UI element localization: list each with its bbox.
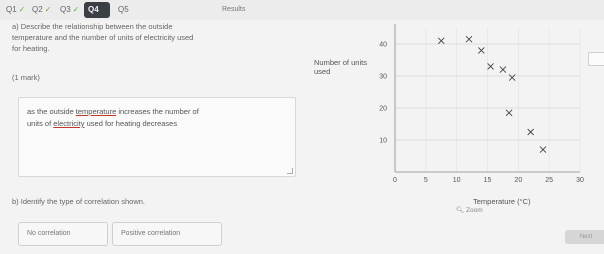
data-point <box>527 128 534 136</box>
x-tick-label: 30 <box>576 177 584 184</box>
data-point <box>465 35 473 43</box>
answer-part: as the outside <box>27 107 76 116</box>
marks-label: (1 mark) <box>12 73 40 82</box>
tab-q2[interactable]: Q2 ✓ <box>28 2 54 18</box>
side-panel-toggle[interactable] <box>588 52 604 66</box>
tab-q5[interactable]: Q5 <box>114 2 134 18</box>
answer-part: used for heating decreases <box>84 119 178 128</box>
tab-q4[interactable]: Q4 <box>84 2 110 18</box>
data-point <box>508 74 516 81</box>
x-tick-label: 0 <box>393 177 397 184</box>
y-tick-label: 20 <box>379 106 387 113</box>
question-line-2: temperature and the number of units of e… <box>12 33 194 42</box>
data-point <box>478 47 485 54</box>
x-tick-label: 5 <box>424 177 428 184</box>
tab-label: Q3 <box>60 5 71 14</box>
question-line-3: for heating. <box>12 44 50 53</box>
answer-part: increases the number of <box>116 107 199 116</box>
answer-text: as the outside temperature increases the… <box>27 106 287 130</box>
data-point <box>437 37 445 45</box>
x-tick-label: 10 <box>453 177 461 184</box>
data-point <box>539 146 547 153</box>
answer-misspelled-word: temperature <box>75 107 117 116</box>
tab-q3[interactable]: Q3 ✓ <box>56 2 82 18</box>
choice-positive-correlation[interactable]: Positive correlation <box>112 222 222 246</box>
x-tick-label: 20 <box>514 177 522 184</box>
y-tick-label: 40 <box>379 42 387 49</box>
x-tick-label: 15 <box>484 177 492 184</box>
check-icon: ✓ <box>72 5 80 14</box>
data-point <box>499 66 507 73</box>
check-icon: ✓ <box>18 5 26 14</box>
tab-label: Q1 <box>6 5 17 14</box>
tab-label: Q4 <box>88 5 99 14</box>
question-nav-bar: Q1 ✓ Q2 ✓ Q3 ✓ Q4 Q5 Results <box>0 0 604 20</box>
y-tick-label: 30 <box>379 74 387 81</box>
data-point <box>487 63 494 70</box>
check-icon: ✓ <box>44 5 52 14</box>
tab-label: Q2 <box>32 5 43 14</box>
answer-misspelled-word: electricity <box>53 119 85 128</box>
y-tick-label: 10 <box>379 138 387 145</box>
answer-part: units of <box>27 119 54 128</box>
question-line-1: a) Describe the relationship between the… <box>12 22 173 31</box>
scatter-chart: 10 20 30 40 0 5 10 15 20 25 30 <box>379 24 584 184</box>
resize-handle-icon[interactable] <box>287 168 293 174</box>
x-tick-label: 25 <box>545 177 553 184</box>
question-part-b: b) Identify the type of correlation show… <box>12 197 145 206</box>
next-button[interactable]: Next <box>565 230 604 244</box>
data-point <box>505 109 513 117</box>
choice-no-correlation[interactable]: No correlation <box>18 222 108 246</box>
results-tab[interactable]: Results <box>222 2 245 18</box>
tab-label: Q5 <box>118 5 129 14</box>
tab-q1[interactable]: Q1 ✓ <box>2 2 26 18</box>
answer-textarea[interactable]: as the outside temperature increases the… <box>18 97 296 177</box>
